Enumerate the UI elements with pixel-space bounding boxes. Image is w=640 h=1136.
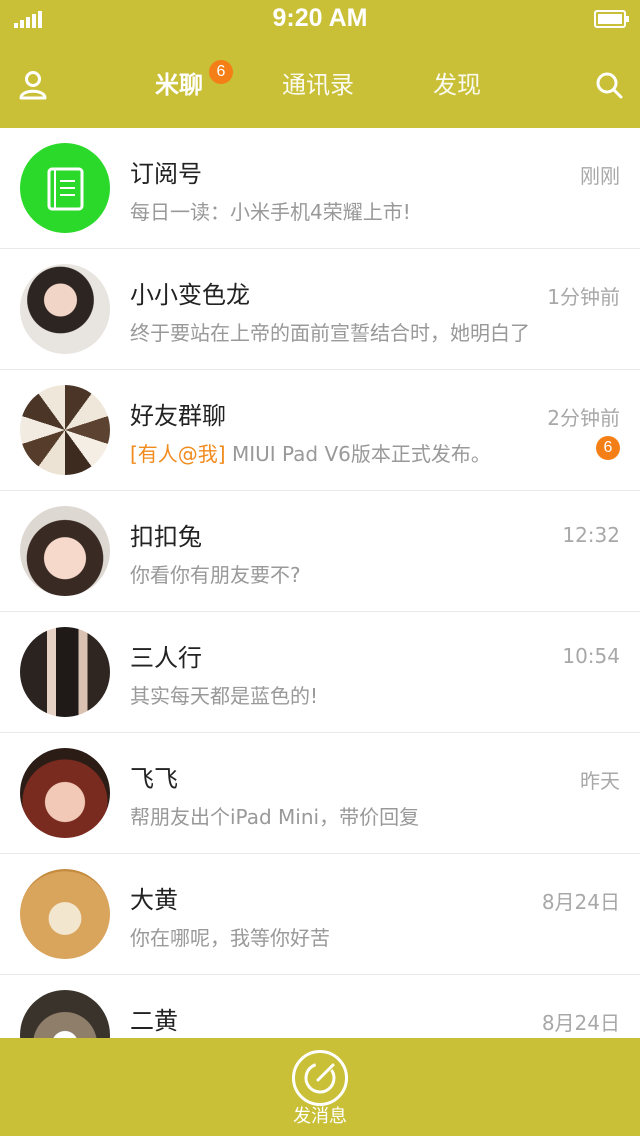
avatar — [20, 264, 110, 354]
message-preview: [有人@我] MIUI Pad V6版本正式发布。 — [130, 438, 491, 467]
message-preview: 每日一读：小米手机4荣耀上市! — [130, 200, 411, 224]
contact-name: 大黄 — [130, 886, 178, 914]
bottom-bar: 发消息 — [0, 1038, 640, 1136]
conversation-item[interactable]: 飞飞 帮朋友出个iPad Mini，带价回复 昨天 — [0, 733, 640, 854]
contact-name: 扣扣兔 — [130, 523, 202, 551]
conversation-item[interactable]: 扣扣兔 你看你有朋友要不? 12:32 — [0, 491, 640, 612]
avatar — [20, 869, 110, 959]
avatar — [20, 748, 110, 838]
conversation-item[interactable]: 小小变色龙 终于要站在上帝的面前宣誓结合时，她明白了 1分钟前 — [0, 249, 640, 370]
conversation-list: 订阅号 每日一读：小米手机4荣耀上市! 刚刚 小小变色龙 终于要站在上帝的面前宣… — [0, 128, 640, 1038]
tab-label: 发现 — [433, 71, 481, 99]
contact-name: 三人行 — [130, 644, 202, 672]
message-preview: 其实每天都是蓝色的! — [130, 684, 319, 708]
message-time: 8月24日 — [541, 890, 620, 914]
message-time: 昨天 — [580, 769, 620, 793]
conversation-item[interactable]: 订阅号 每日一读：小米手机4荣耀上市! 刚刚 — [0, 128, 640, 249]
contact-name: 订阅号 — [130, 160, 202, 188]
status-bar: 9:20 AM — [0, 0, 640, 40]
contact-name: 二黄 — [130, 1007, 178, 1035]
contact-name: 好友群聊 — [130, 402, 226, 430]
message-preview: 终于要站在上帝的面前宣誓结合时，她明白了 — [130, 321, 530, 345]
tab-michat[interactable]: 米聊 — [155, 68, 203, 102]
compose-icon — [304, 1062, 336, 1094]
user-icon[interactable] — [16, 68, 50, 102]
conversation-item[interactable]: 好友群聊 [有人@我] MIUI Pad V6版本正式发布。 2分钟前 6 — [0, 370, 640, 491]
message-time: 刚刚 — [580, 164, 620, 188]
avatar — [20, 990, 110, 1038]
conversation-item[interactable]: 二黄 8月24日 — [0, 975, 640, 1038]
message-time: 12:32 — [562, 523, 620, 547]
unread-badge: 6 — [209, 60, 233, 84]
tab-contacts[interactable]: 通讯录 — [282, 68, 354, 102]
message-time: 2分钟前 — [547, 406, 620, 430]
tab-label: 通讯录 — [282, 71, 354, 99]
status-time: 9:20 AM — [272, 4, 368, 32]
compose-button[interactable] — [292, 1050, 348, 1106]
conversation-item[interactable]: 大黄 你在哪呢，我等你好苦 8月24日 — [0, 854, 640, 975]
tab-label: 米聊 — [155, 71, 203, 99]
conversation-item[interactable]: 三人行 其实每天都是蓝色的! 10:54 — [0, 612, 640, 733]
avatar — [20, 627, 110, 717]
avatar — [20, 506, 110, 596]
book-icon — [47, 167, 84, 211]
avatar — [20, 143, 110, 233]
top-nav: 米聊 6 通讯录 发现 — [0, 50, 640, 120]
contact-name: 飞飞 — [130, 765, 178, 793]
message-time: 1分钟前 — [547, 285, 620, 309]
message-text: MIUI Pad V6版本正式发布。 — [225, 442, 491, 466]
app-header: 9:20 AM 米聊 6 通讯录 发现 — [0, 0, 640, 128]
contact-name: 小小变色龙 — [130, 281, 250, 309]
message-preview: 你看你有朋友要不? — [130, 563, 301, 587]
message-time: 10:54 — [562, 644, 620, 668]
unread-badge: 6 — [596, 436, 620, 460]
message-time: 8月24日 — [541, 1011, 620, 1035]
tab-discover[interactable]: 发现 — [433, 68, 481, 102]
mention-tag: [有人@我] — [130, 442, 226, 466]
avatar — [20, 385, 110, 475]
message-preview: 你在哪呢，我等你好苦 — [130, 926, 330, 950]
compose-label[interactable]: 发消息 — [0, 1102, 640, 1128]
message-preview: 帮朋友出个iPad Mini，带价回复 — [130, 805, 420, 829]
battery-icon — [594, 10, 629, 28]
search-icon[interactable] — [592, 68, 626, 102]
